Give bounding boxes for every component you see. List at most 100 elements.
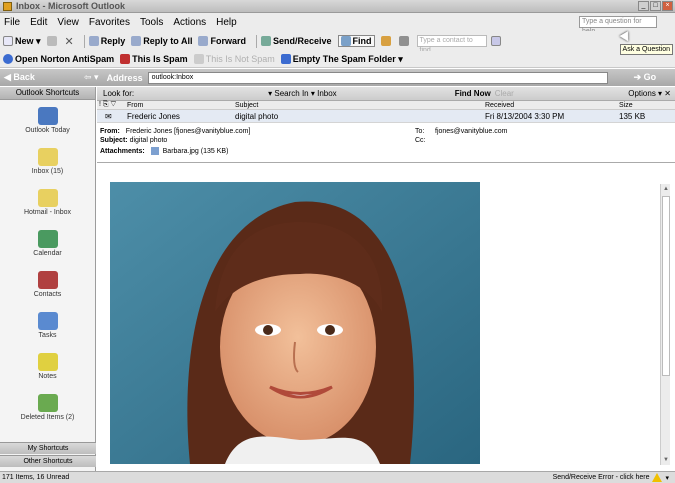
notes-icon (37, 353, 58, 371)
sidebar-item-contacts[interactable]: Contacts (0, 264, 95, 305)
row-size: 135 KB (619, 111, 646, 121)
status-bar: 171 Items, 16 Unread Send/Receive Error … (0, 471, 675, 483)
address-bar: ◀ Back ⇦ ▾ Address outlook:Inbox ➔ Go (0, 69, 675, 86)
help-search-input[interactable]: Type a question for help (579, 16, 657, 35)
attachment-link[interactable]: Barbara.jpg (135 KB) (163, 148, 229, 155)
reply-all-button[interactable]: Reply to All (131, 36, 192, 46)
to-label: To: (415, 128, 425, 135)
send-receive-status[interactable]: Send/Receive Error - click here ▾ (553, 473, 669, 482)
back-button[interactable]: ◀ Back (4, 72, 84, 83)
column-size[interactable]: Size (619, 102, 669, 109)
contacts-icon (37, 271, 58, 289)
options-button[interactable]: Options ▾ ✕ (628, 89, 671, 98)
tasks-icon (37, 312, 58, 330)
shortcut-list: Outlook Today Inbox (15) Hotmail - Inbox Ca… (0, 100, 95, 428)
find-contact-input[interactable]: Type a contact to find (416, 35, 487, 54)
column-from[interactable]: From (127, 102, 235, 109)
close-button[interactable]: × (662, 1, 673, 11)
go-button[interactable]: ➔ Go (634, 72, 657, 83)
folder-nav-icon[interactable]: ⇦ ▾ (84, 72, 99, 83)
sidebar-item-outlook-today[interactable]: Outlook Today (0, 100, 95, 141)
clear-button[interactable]: Clear (495, 89, 514, 98)
reply-button[interactable]: Reply (88, 36, 125, 46)
reply-all-icon (131, 36, 142, 46)
spam-icon (120, 54, 131, 64)
row-subject: digital photo (235, 111, 279, 121)
other-shortcuts-button[interactable]: Other Shortcuts (0, 455, 96, 467)
scrollbar-thumb[interactable] (662, 196, 670, 376)
print-button[interactable] (46, 36, 59, 46)
organize-button[interactable] (380, 36, 393, 46)
send-receive-icon (260, 36, 271, 46)
menu-actions[interactable]: Actions (173, 17, 206, 28)
find-icon (340, 36, 351, 46)
this-is-spam-button[interactable]: This Is Spam (120, 54, 188, 64)
tooltip: Ask a Question (619, 44, 673, 55)
cc-label: Cc: (415, 137, 426, 144)
delete-button[interactable]: ✕ (65, 35, 74, 48)
reply-all-label: Reply to All (143, 36, 193, 46)
new-button[interactable]: New ▾ (3, 36, 41, 47)
find-label: Find (352, 36, 372, 46)
look-for-input[interactable] (138, 89, 248, 99)
sidebar-item-label: Deleted Items (2) (20, 414, 75, 421)
outlook-today-icon (37, 107, 58, 125)
sidebar-item-label: Hotmail - Inbox (23, 209, 72, 216)
attached-photo (110, 182, 480, 464)
search-in-text: Search In (274, 89, 309, 98)
address-input[interactable]: outlook:Inbox (147, 71, 608, 84)
empty-spam-icon (280, 54, 291, 64)
message-row[interactable]: ✉ Frederic Jones digital photo Fri 8/13/… (97, 110, 675, 123)
menu-tools[interactable]: Tools (140, 17, 163, 28)
help-button[interactable] (490, 36, 503, 46)
outlook-shortcuts-header[interactable]: Outlook Shortcuts (0, 87, 95, 100)
portrait-image (110, 182, 480, 464)
open-norton-button[interactable]: Open Norton AntiSpam (3, 54, 114, 64)
maximize-button[interactable]: □ (650, 1, 661, 11)
scroll-down-icon[interactable]: ▼ (662, 456, 670, 464)
search-in-label[interactable]: ▾ Search In ▾ Inbox (268, 89, 337, 98)
find-now-button[interactable]: Find Now (455, 89, 491, 98)
row-received: Fri 8/13/2004 3:30 PM (485, 111, 565, 121)
menu-help[interactable]: Help (216, 17, 237, 28)
sidebar-item-inbox[interactable]: Inbox (15) (0, 141, 95, 182)
sidebar-item-deleted[interactable]: Deleted Items (2) (0, 387, 95, 428)
send-receive-button[interactable]: Send/Receive (260, 36, 332, 46)
sidebar-item-tasks[interactable]: Tasks (0, 305, 95, 346)
address-book-button[interactable] (398, 36, 411, 46)
from-value[interactable]: Frederic Jones [fjones@vanityblue.com] (126, 128, 251, 135)
sidebar-item-label: Inbox (15) (31, 168, 64, 175)
scroll-up-icon[interactable]: ▲ (662, 185, 670, 193)
send-receive-error-text: Send/Receive Error - click here (552, 474, 650, 481)
message-body: ▲ ▼ (97, 178, 675, 471)
to-value[interactable]: fjones@vanityblue.com (435, 127, 507, 136)
deleted-icon (37, 394, 58, 412)
delete-icon: ✕ (64, 35, 74, 48)
my-shortcuts-button[interactable]: My Shortcuts (0, 442, 96, 454)
sidebar-item-notes[interactable]: Notes (0, 346, 95, 387)
options-label: Options (628, 89, 656, 98)
vertical-scrollbar[interactable]: ▲ ▼ (660, 184, 670, 465)
sidebar-item-hotmail[interactable]: Hotmail - Inbox (0, 182, 95, 223)
menu-favorites[interactable]: Favorites (89, 17, 130, 28)
empty-spam-button[interactable]: Empty The Spam Folder ▾ (280, 54, 403, 65)
new-mail-icon (3, 36, 13, 46)
minimize-button[interactable]: _ (638, 1, 649, 11)
address-book-icon (398, 36, 409, 46)
menu-view[interactable]: View (57, 17, 79, 28)
menu-file[interactable]: File (4, 17, 20, 28)
column-icons[interactable]: ! ⎘ ▽ (97, 101, 127, 109)
calendar-icon (37, 230, 58, 248)
column-subject[interactable]: Subject (235, 102, 485, 109)
find-button[interactable]: Find (337, 35, 375, 47)
not-spam-button[interactable]: This Is Not Spam (193, 54, 275, 64)
outlook-bar: Outlook Shortcuts Outlook Today Inbox (15… (0, 87, 96, 471)
search-in-value: Inbox (317, 89, 337, 98)
item-count: 171 Items, 16 Unread (2, 474, 70, 481)
column-received[interactable]: Received (485, 102, 619, 109)
organize-icon (380, 36, 391, 46)
menu-edit[interactable]: Edit (30, 17, 47, 28)
sidebar-item-calendar[interactable]: Calendar (0, 223, 95, 264)
forward-button[interactable]: Forward (198, 36, 246, 46)
print-icon (46, 36, 57, 46)
